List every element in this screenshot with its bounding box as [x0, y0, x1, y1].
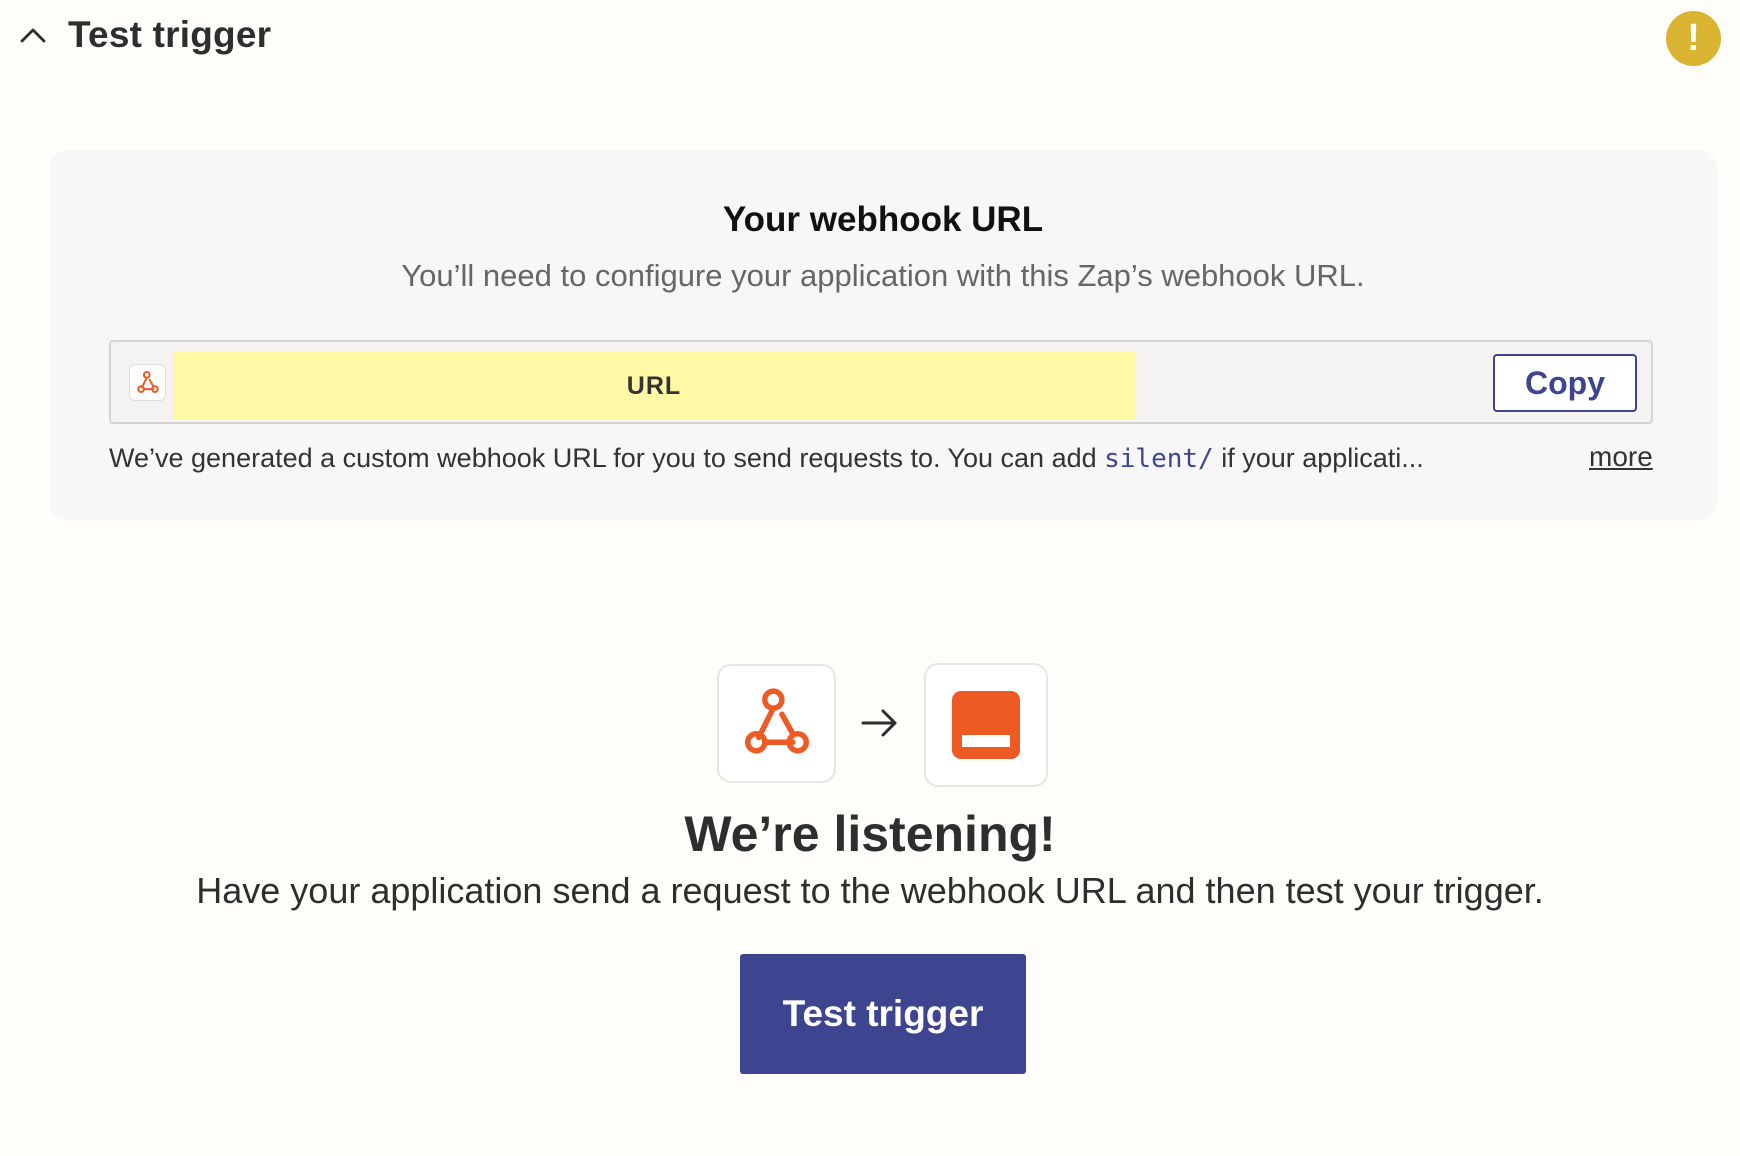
webhook-url-value[interactable]: URL: [173, 352, 1135, 420]
warning-badge-icon[interactable]: !: [1666, 11, 1721, 66]
webhook-icon: [744, 687, 809, 754]
copy-url-button[interactable]: Copy: [1493, 354, 1637, 412]
section-header: Test trigger !: [0, 0, 1740, 76]
test-trigger-button[interactable]: Test trigger: [740, 954, 1026, 1074]
destination-app-box: [924, 663, 1048, 787]
webhook-url-card: Your webhook URL You’ll need to configur…: [49, 150, 1717, 520]
helper-text-prefix: We’ve generated a custom webhook URL for…: [109, 443, 1105, 473]
listening-subtitle: Have your application send a request to …: [196, 870, 1544, 911]
section-title: Test trigger: [68, 14, 272, 55]
silent-path-code: silent/: [1104, 444, 1214, 474]
helper-text-suffix: if your applicati...: [1213, 443, 1424, 473]
webhook-app-box: [717, 664, 836, 783]
app-icon: [952, 691, 1020, 759]
webhook-url-title: Your webhook URL: [722, 200, 1044, 239]
webhook-helper-text: We’ve generated a custom webhook URL for…: [109, 443, 1569, 474]
arrow-right-icon: [861, 709, 897, 737]
trigger-flow-diagram: [717, 663, 1049, 787]
collapse-section-button[interactable]: [16, 20, 50, 50]
more-link[interactable]: more: [1589, 441, 1653, 473]
webhook-icon: [129, 364, 166, 401]
listening-title: We’re listening!: [684, 806, 1056, 862]
webhook-url-field[interactable]: URL Copy: [109, 340, 1653, 424]
webhook-url-subtitle: You’ll need to configure your applicatio…: [401, 258, 1365, 293]
chevron-up-icon: [20, 28, 46, 43]
